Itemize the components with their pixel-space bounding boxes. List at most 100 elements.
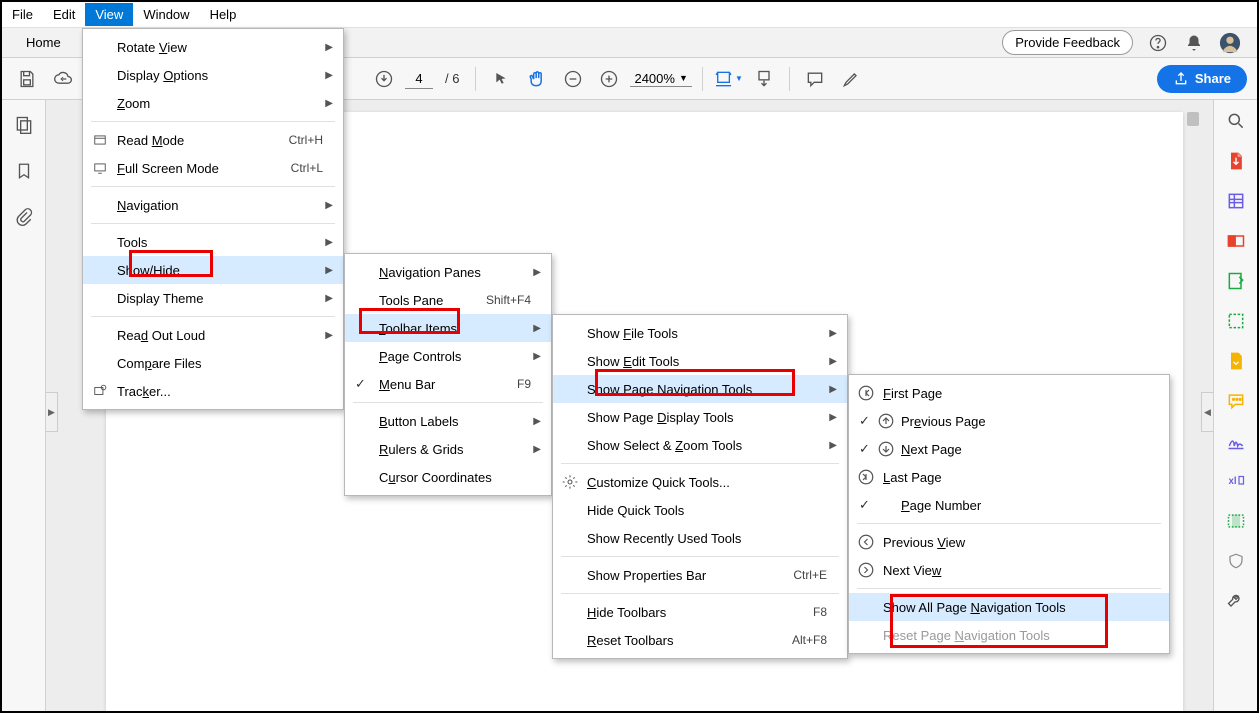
zoom-in-icon[interactable]: [594, 64, 624, 94]
menu-show-page-display-tools[interactable]: Show Page Display Tools▶: [553, 403, 847, 431]
zoom-out-icon[interactable]: [558, 64, 588, 94]
organize-icon[interactable]: [1225, 350, 1247, 372]
fit-width-icon[interactable]: ▼: [713, 64, 743, 94]
menu-hide-quick-tools[interactable]: Hide Quick Tools: [553, 496, 847, 524]
menu-read-out-loud[interactable]: Read Out Loud▶: [83, 321, 343, 349]
thumbnails-icon[interactable]: [13, 114, 35, 136]
page-total-label: / 6: [439, 71, 465, 86]
create-pdf-icon[interactable]: [1225, 230, 1247, 252]
attachment-icon[interactable]: [13, 206, 35, 228]
menu-menu-bar[interactable]: ✓Menu BarF9: [345, 370, 551, 398]
edit-pdf-icon[interactable]: [1225, 190, 1247, 212]
menu-reset-toolbars[interactable]: Reset ToolbarsAlt+F8: [553, 626, 847, 654]
share-button[interactable]: Share: [1157, 65, 1247, 93]
more-tools-icon[interactable]: [1225, 590, 1247, 612]
tab-home[interactable]: Home: [14, 29, 73, 56]
download-icon[interactable]: [369, 64, 399, 94]
menu-show-properties-bar[interactable]: Show Properties BarCtrl+E: [553, 561, 847, 589]
menu-help[interactable]: Help: [200, 3, 247, 26]
menu-tools-pane[interactable]: Tools PaneShift+F4: [345, 286, 551, 314]
menu-show-edit-tools[interactable]: Show Edit Tools▶: [553, 347, 847, 375]
down-arrow-icon: [877, 440, 895, 458]
sign-icon[interactable]: [1225, 430, 1247, 452]
toolbar-items-dropdown: Show File Tools▶ Show Edit Tools▶ Show P…: [552, 314, 848, 659]
menu-view[interactable]: View: [85, 3, 133, 26]
menu-window[interactable]: Window: [133, 3, 199, 26]
menu-show-file-tools[interactable]: Show File Tools▶: [553, 319, 847, 347]
comment-icon[interactable]: [800, 64, 830, 94]
hand-icon[interactable]: [522, 64, 552, 94]
menu-page-controls[interactable]: Page Controls▶: [345, 342, 551, 370]
up-arrow-icon: [877, 412, 895, 430]
menu-show-select-zoom-tools[interactable]: Show Select & Zoom Tools▶: [553, 431, 847, 459]
menubar: File Edit View Window Help: [2, 2, 1257, 28]
menu-display-options[interactable]: Display Options▶: [83, 61, 343, 89]
menu-show-all-page-nav-tools[interactable]: Show All Page Navigation Tools: [849, 593, 1169, 621]
menu-fullscreen[interactable]: Full Screen ModeCtrl+L: [83, 154, 343, 182]
read-mode-icon: [91, 131, 109, 149]
menu-previous-page[interactable]: ✓Previous Page: [849, 407, 1169, 435]
menu-show-hide[interactable]: Show/Hide▶: [83, 256, 343, 284]
export-pdf-icon[interactable]: [1225, 150, 1247, 172]
svg-text:xl: xl: [1228, 476, 1236, 487]
menu-show-page-nav-tools[interactable]: Show Page Navigation Tools▶: [553, 375, 847, 403]
shield-icon[interactable]: [1225, 550, 1247, 572]
page-nav-dropdown: First Page ✓Previous Page ✓Next Page Las…: [848, 374, 1170, 654]
expand-left-panel[interactable]: ▶: [46, 392, 58, 432]
menu-file[interactable]: File: [2, 3, 43, 26]
provide-feedback-button[interactable]: Provide Feedback: [1002, 30, 1133, 55]
menu-hide-toolbars[interactable]: Hide ToolbarsF8: [553, 598, 847, 626]
menu-customize-quick-tools[interactable]: Customize Quick Tools...: [553, 468, 847, 496]
view-dropdown: Rotate View▶ Display Options▶ Zoom▶ Read…: [82, 28, 344, 410]
menu-previous-view[interactable]: Previous View: [849, 528, 1169, 556]
help-icon[interactable]: [1147, 32, 1169, 54]
combine-icon[interactable]: [1225, 310, 1247, 332]
first-page-icon: [857, 384, 875, 402]
avatar[interactable]: [1219, 32, 1241, 54]
redact-icon[interactable]: xl: [1225, 470, 1247, 492]
menu-toolbar-items[interactable]: Toolbar Items▶: [345, 314, 551, 342]
menu-next-view[interactable]: Next View: [849, 556, 1169, 584]
menu-edit[interactable]: Edit: [43, 3, 85, 26]
protect-icon[interactable]: [1225, 510, 1247, 532]
comment-tool-icon[interactable]: [1225, 270, 1247, 292]
bookmark-icon[interactable]: [13, 160, 35, 182]
menu-tools[interactable]: Tools▶: [83, 228, 343, 256]
menu-read-mode[interactable]: Read ModeCtrl+H: [83, 126, 343, 154]
menu-display-theme[interactable]: Display Theme▶: [83, 284, 343, 312]
menu-tracker[interactable]: Tracker...: [83, 377, 343, 405]
search-icon[interactable]: [1225, 110, 1247, 132]
menu-compare-files[interactable]: Compare Files: [83, 349, 343, 377]
page-number-input[interactable]: [405, 69, 433, 89]
last-page-icon: [857, 468, 875, 486]
menu-navigation-panes[interactable]: Navigation Panes▶: [345, 258, 551, 286]
bell-icon[interactable]: [1183, 32, 1205, 54]
cursor-icon[interactable]: [486, 64, 516, 94]
left-rail: [2, 100, 46, 711]
prev-view-icon: [857, 533, 875, 551]
menu-rulers-grids[interactable]: Rulers & Grids▶: [345, 435, 551, 463]
fullscreen-icon: [91, 159, 109, 177]
menu-page-number[interactable]: ✓Page Number: [849, 491, 1169, 519]
chat-icon[interactable]: [1225, 390, 1247, 412]
show-hide-dropdown: Navigation Panes▶ Tools PaneShift+F4 Too…: [344, 253, 552, 496]
menu-navigation[interactable]: Navigation▶: [83, 191, 343, 219]
page-display-icon[interactable]: [749, 64, 779, 94]
expand-right-panel[interactable]: ◀: [1201, 392, 1213, 432]
highlight-icon[interactable]: [836, 64, 866, 94]
menu-first-page[interactable]: First Page: [849, 379, 1169, 407]
menu-last-page[interactable]: Last Page: [849, 463, 1169, 491]
menu-zoom[interactable]: Zoom▶: [83, 89, 343, 117]
tracker-icon: [91, 382, 109, 400]
menu-rotate-view[interactable]: Rotate View▶: [83, 33, 343, 61]
right-rail: xl: [1213, 100, 1257, 711]
vertical-scrollbar[interactable]: [1185, 112, 1201, 699]
save-icon[interactable]: [12, 64, 42, 94]
zoom-select[interactable]: 2400%▼: [630, 71, 691, 87]
cloud-sync-icon[interactable]: [48, 64, 78, 94]
menu-cursor-coordinates[interactable]: Cursor Coordinates: [345, 463, 551, 491]
menu-show-recent-tools[interactable]: Show Recently Used Tools: [553, 524, 847, 552]
menu-button-labels[interactable]: Button Labels▶: [345, 407, 551, 435]
menu-next-page[interactable]: ✓Next Page: [849, 435, 1169, 463]
gear-icon: [561, 473, 579, 491]
